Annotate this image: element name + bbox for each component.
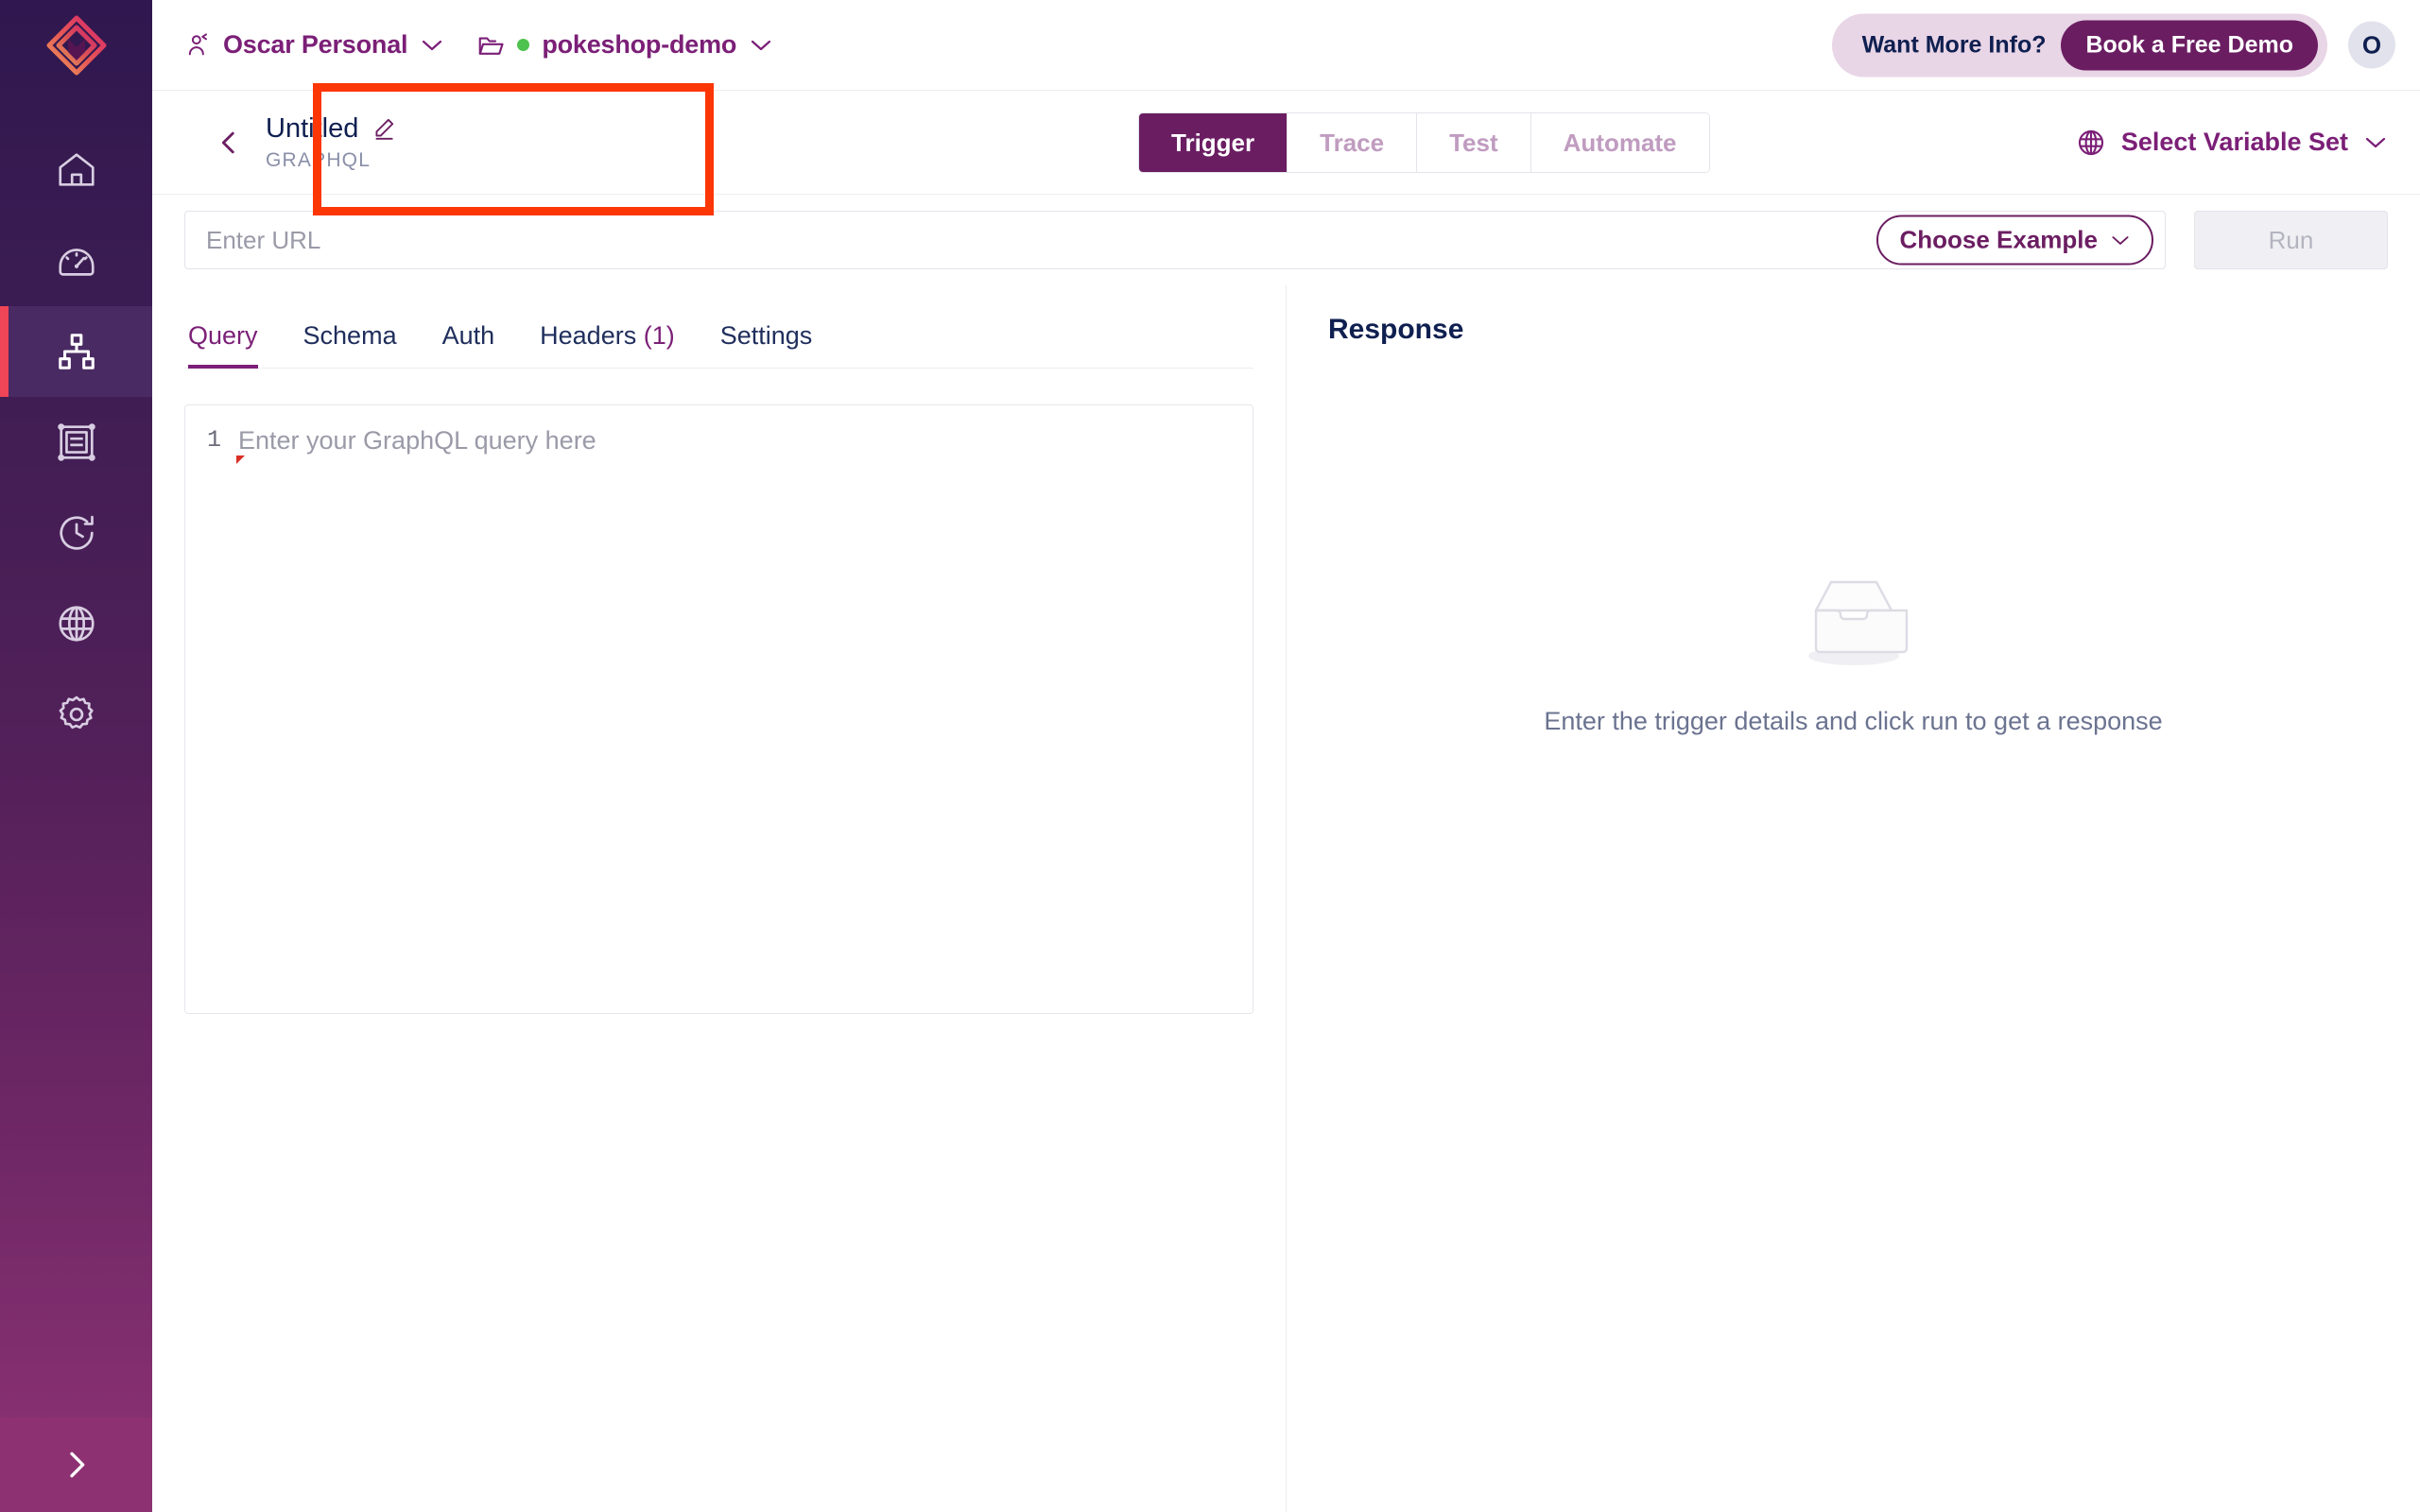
- chevron-left-icon[interactable]: [213, 124, 245, 162]
- pencil-edit-icon[interactable]: [372, 116, 396, 141]
- person-icon: [188, 32, 207, 55]
- tab-trace[interactable]: Trace: [1288, 112, 1418, 172]
- response-empty-message: Enter the trigger details and click run …: [1544, 707, 2163, 735]
- environment-status-dot: [517, 39, 530, 51]
- editor-error-marker-icon: [236, 455, 245, 464]
- app-logo[interactable]: [0, 0, 152, 91]
- tab-auth-label: Auth: [441, 321, 495, 350]
- page-title: Untitled: [266, 112, 359, 144]
- app-root: Oscar Personal pokeshop-demo Want More I…: [0, 0, 2420, 1512]
- editor-placeholder: Enter your GraphQL query here: [236, 426, 596, 464]
- chevron-down-icon: [2112, 235, 2129, 245]
- environment-name: pokeshop-demo: [542, 30, 737, 59]
- tab-query-label: Query: [188, 321, 258, 350]
- breadcrumb: Oscar Personal pokeshop-demo: [184, 30, 773, 60]
- chevron-down-icon: [2365, 137, 2386, 147]
- test-subheader: Untitled GRAPHQL Trigger Trace Test Auto…: [152, 91, 2420, 195]
- request-tabs: Query Schema Auth Headers (1) Settings: [184, 285, 1253, 369]
- folder-icon: [479, 36, 504, 55]
- variable-set-selector[interactable]: Select Variable Set: [2076, 128, 2388, 158]
- sidebar-nav: [0, 125, 152, 760]
- sidebar-item-settings[interactable]: [0, 669, 152, 760]
- chevron-down-icon: [752, 40, 771, 50]
- test-title-texts: Untitled GRAPHQL: [266, 113, 396, 172]
- tab-query[interactable]: Query: [188, 321, 258, 369]
- run-button[interactable]: Run: [2194, 211, 2388, 269]
- tab-headers-count: (1): [643, 321, 675, 350]
- tab-settings-label: Settings: [719, 321, 813, 350]
- test-type-label: GRAPHQL: [266, 148, 372, 171]
- top-header: Oscar Personal pokeshop-demo Want More I…: [152, 0, 2420, 91]
- gear-icon: [59, 696, 94, 730]
- variable-set-label: Select Variable Set: [2120, 128, 2348, 156]
- globe-icon: [2078, 129, 2103, 155]
- tab-test[interactable]: Test: [1417, 112, 1531, 172]
- main-sidebar: [0, 0, 152, 1512]
- chevron-right-icon: [69, 1452, 84, 1478]
- test-stage-tabs: Trigger Trace Test Automate: [1138, 112, 1710, 173]
- main-area: Oscar Personal pokeshop-demo Want More I…: [152, 0, 2420, 1512]
- tab-headers-label: Headers: [540, 321, 637, 350]
- tab-trigger[interactable]: Trigger: [1139, 112, 1288, 172]
- content-split: Query Schema Auth Headers (1) Settings 1…: [152, 285, 2420, 1512]
- empty-tray-icon: [1807, 580, 1908, 665]
- tab-automate[interactable]: Automate: [1530, 112, 1709, 172]
- choose-example-button[interactable]: Choose Example: [1876, 215, 2153, 266]
- tab-schema-label: Schema: [302, 321, 397, 350]
- tab-settings[interactable]: Settings: [720, 321, 813, 368]
- response-panel: Response Enter the trigger details and c…: [1287, 285, 2420, 1512]
- gauge-icon: [58, 249, 95, 276]
- tracetest-logo-icon: [46, 15, 106, 76]
- response-empty-state: Enter the trigger details and click run …: [1287, 569, 2420, 736]
- sidebar-expand-button[interactable]: [0, 1418, 152, 1512]
- sidebar-item-tests[interactable]: [0, 306, 152, 397]
- url-bar-row: Choose Example Run: [152, 195, 2420, 285]
- home-icon: [58, 153, 95, 186]
- test-title-block: Untitled GRAPHQL: [184, 113, 396, 172]
- grid-panel-icon: [57, 423, 95, 461]
- clock-history-icon: [59, 515, 94, 550]
- choose-example-label: Choose Example: [1899, 225, 2098, 254]
- organization-name: Oscar Personal: [223, 30, 408, 59]
- sidebar-item-home[interactable]: [0, 125, 152, 215]
- tab-headers[interactable]: Headers (1): [540, 321, 675, 368]
- request-panel: Query Schema Auth Headers (1) Settings 1…: [152, 285, 1287, 1512]
- editor-line-number: 1: [206, 426, 221, 454]
- top-header-right: Want More Info? Book a Free Demo O: [1831, 13, 2395, 77]
- promo-text: Want More Info?: [1861, 31, 2047, 58]
- promo-banner: Want More Info? Book a Free Demo: [1831, 13, 2327, 77]
- globe-icon: [58, 606, 95, 642]
- sidebar-item-test-suites[interactable]: [0, 397, 152, 488]
- organization-selector[interactable]: Oscar Personal: [184, 30, 444, 60]
- chevron-down-icon: [423, 40, 442, 50]
- sidebar-item-environments[interactable]: [0, 578, 152, 669]
- tab-schema[interactable]: Schema: [303, 321, 397, 368]
- user-avatar[interactable]: O: [2348, 21, 2395, 69]
- graphql-query-editor[interactable]: 1 Enter your GraphQL query here: [184, 404, 1253, 1014]
- response-title: Response: [1328, 314, 1464, 345]
- editor-line: 1 Enter your GraphQL query here: [185, 405, 1253, 464]
- sitemap-icon: [58, 334, 95, 369]
- environment-selector[interactable]: pokeshop-demo: [476, 30, 773, 60]
- test-title-row: Untitled: [266, 113, 396, 145]
- url-input[interactable]: [185, 212, 2165, 268]
- sidebar-item-dashboard[interactable]: [0, 215, 152, 306]
- tab-auth[interactable]: Auth: [442, 321, 495, 368]
- book-demo-button[interactable]: Book a Free Demo: [2061, 20, 2318, 70]
- url-field-wrapper: Choose Example: [184, 211, 2166, 269]
- sidebar-item-run-history[interactable]: [0, 488, 152, 578]
